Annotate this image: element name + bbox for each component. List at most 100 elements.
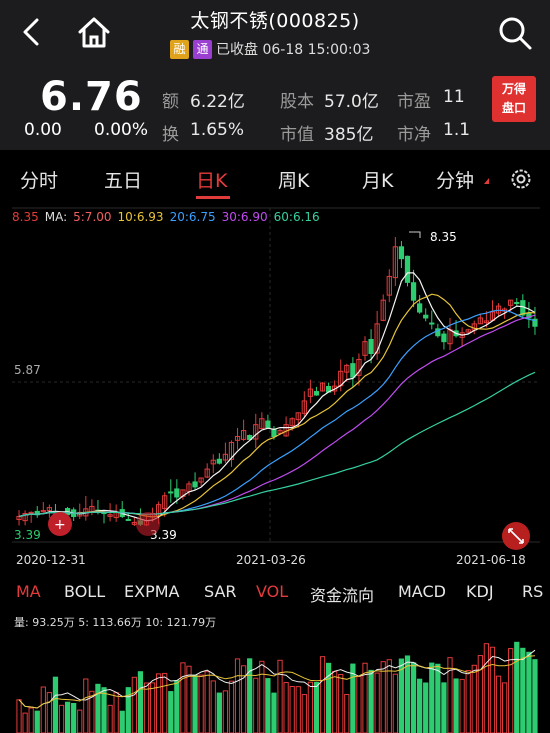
volume-bar bbox=[465, 670, 471, 733]
volume-bar bbox=[204, 671, 210, 733]
ind-tab-macd[interactable]: MACD bbox=[398, 582, 446, 601]
ind-tab-rs[interactable]: RS bbox=[522, 582, 543, 601]
volume-bar bbox=[28, 707, 34, 733]
volume-bar bbox=[40, 686, 46, 733]
volume-bar bbox=[338, 674, 344, 733]
pb-label: 市净 bbox=[397, 125, 431, 145]
badge-line1: 万得 bbox=[501, 82, 526, 96]
volume-bar bbox=[162, 672, 168, 733]
high-marker-line bbox=[409, 231, 421, 238]
volume-bar bbox=[526, 651, 532, 733]
stock-title: 太钢不锈(000825) bbox=[190, 10, 360, 32]
high-marker-label: 8.35 bbox=[430, 230, 457, 244]
buy-signal-plus: + bbox=[54, 517, 66, 533]
signal-icon[interactable] bbox=[136, 512, 160, 536]
volume-bar bbox=[64, 701, 71, 733]
badge-line2: 盘口 bbox=[501, 101, 526, 115]
date-start: 2020-12-31 bbox=[16, 553, 86, 567]
pb-value: 1.1 bbox=[443, 120, 471, 140]
volume-bar bbox=[210, 680, 216, 733]
ind-tab-fund-flow[interactable]: 资金流向 bbox=[310, 582, 374, 606]
ma20-line bbox=[18, 309, 536, 518]
volume-bar bbox=[271, 692, 277, 733]
volume-bar bbox=[429, 662, 435, 733]
volume-bar bbox=[22, 712, 28, 733]
status-text: 已收盘 06-18 15:00:03 bbox=[216, 42, 371, 58]
market-status: 融 通 已收盘 06-18 15:00:03 bbox=[170, 38, 370, 60]
volume-bar bbox=[234, 658, 241, 733]
volume-bar bbox=[471, 664, 477, 733]
candle-body bbox=[398, 246, 405, 260]
volume-bars-group bbox=[16, 641, 538, 733]
volume-bar bbox=[107, 704, 113, 733]
volume-bar bbox=[289, 685, 295, 733]
volume-chart[interactable] bbox=[0, 628, 550, 733]
tab-five-day[interactable]: 五日 bbox=[104, 166, 142, 193]
volume-bar bbox=[435, 663, 441, 733]
volume-bar bbox=[417, 678, 423, 733]
ind-tab-expma[interactable]: EXPMA bbox=[124, 582, 179, 601]
volume-bar bbox=[307, 681, 314, 733]
last-price: 6.76 bbox=[40, 74, 143, 120]
margin-tag: 融 bbox=[170, 39, 189, 59]
share-capital-label: 股本 bbox=[280, 92, 314, 112]
tab-intraday[interactable]: 分时 bbox=[20, 166, 58, 193]
volume-bar bbox=[295, 686, 301, 733]
volume-bar bbox=[374, 672, 380, 733]
candle-body bbox=[417, 303, 423, 313]
volume-bar bbox=[319, 656, 326, 733]
tab-daily-k[interactable]: 日K bbox=[196, 166, 227, 193]
indicator-tabs: MA BOLL EXPMA SAR VOL 资金流向 MACD KDJ RS bbox=[0, 578, 550, 608]
volume-bar bbox=[423, 682, 429, 733]
date-end: 2021-06-18 bbox=[456, 553, 526, 567]
ma-lines-group bbox=[18, 272, 536, 522]
candle-body bbox=[441, 333, 447, 343]
wind-orderbook-button[interactable]: 万得 盘口 bbox=[492, 76, 536, 122]
ma5-line bbox=[18, 272, 536, 522]
candle-body bbox=[313, 391, 320, 396]
volume-bar bbox=[501, 682, 508, 733]
gear-icon[interactable] bbox=[508, 166, 534, 192]
volume-bar bbox=[253, 677, 259, 733]
amount-value: 6.22亿 bbox=[190, 92, 245, 112]
candle-body bbox=[410, 282, 417, 301]
mid-price-label: 5.87 bbox=[14, 363, 41, 377]
pe-value: 11 bbox=[443, 87, 465, 107]
candle-body bbox=[174, 488, 180, 498]
volume-bar bbox=[356, 676, 362, 733]
ind-tab-ma[interactable]: MA bbox=[16, 582, 41, 601]
volume-bar bbox=[228, 680, 235, 733]
tab-monthly-k[interactable]: 月K bbox=[362, 166, 393, 193]
candlestick-chart[interactable]: 5.87 3.39 3.39 8.35 + 2020-12-31 2021-03… bbox=[0, 204, 550, 574]
tab-minute[interactable]: 分钟 bbox=[436, 166, 474, 193]
candle-body bbox=[429, 322, 435, 325]
pe-label: 市盈 bbox=[397, 92, 431, 112]
search-icon[interactable] bbox=[496, 14, 534, 52]
candle-body bbox=[192, 481, 198, 488]
active-tab-indicator bbox=[196, 196, 230, 199]
volume-bar bbox=[168, 691, 174, 733]
volume-bar bbox=[34, 710, 40, 733]
ma30-line bbox=[18, 314, 536, 518]
volume-bar bbox=[514, 641, 520, 733]
volume-bar bbox=[143, 682, 150, 733]
turnover-value: 1.65% bbox=[190, 120, 245, 140]
ind-tab-kdj[interactable]: KDJ bbox=[466, 582, 494, 601]
ind-tab-boll[interactable]: BOLL bbox=[64, 582, 105, 601]
volume-bar bbox=[113, 692, 119, 733]
share-capital-value: 57.0亿 bbox=[324, 92, 379, 112]
volume-bar bbox=[410, 662, 417, 733]
volume-bar bbox=[483, 643, 490, 733]
volume-bar bbox=[131, 676, 137, 733]
volume-bar bbox=[71, 703, 77, 733]
candle-body bbox=[514, 302, 520, 305]
volume-bar bbox=[392, 673, 398, 733]
volume-bar bbox=[453, 678, 459, 733]
ind-tab-sar[interactable]: SAR bbox=[204, 582, 237, 601]
candle-body bbox=[265, 420, 271, 429]
volume-bar bbox=[95, 683, 101, 733]
volume-bar bbox=[137, 671, 144, 733]
volume-bar bbox=[441, 682, 447, 733]
ind-tab-vol[interactable]: VOL bbox=[256, 582, 288, 601]
tab-weekly-k[interactable]: 周K bbox=[278, 166, 309, 193]
